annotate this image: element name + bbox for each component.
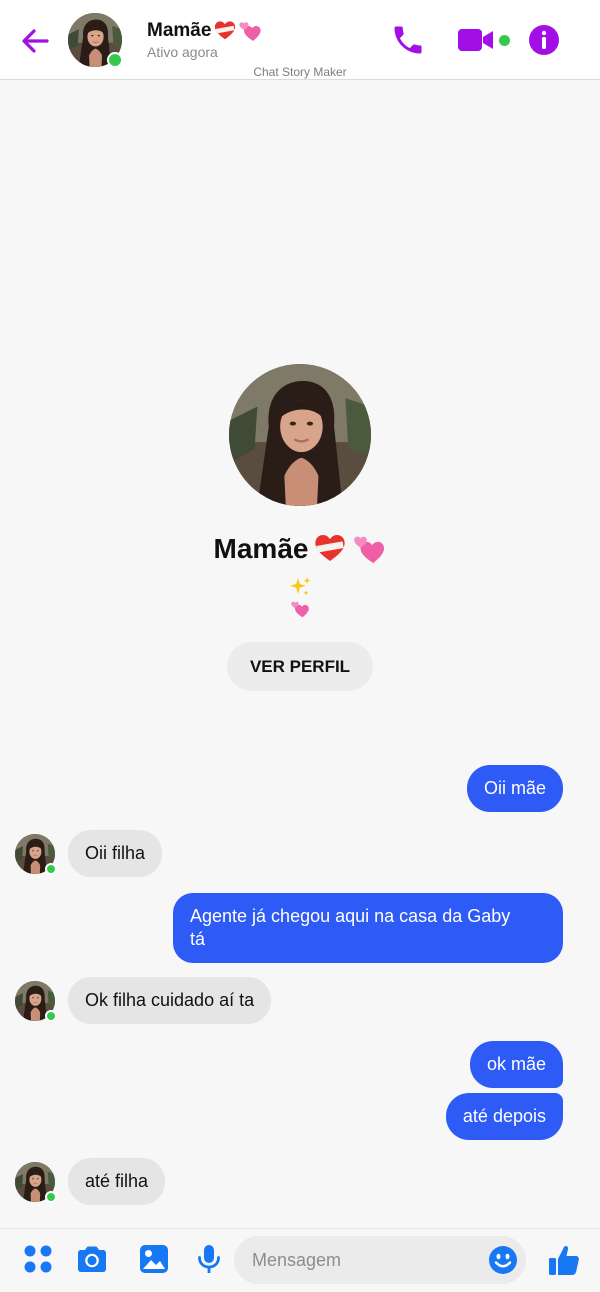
- message-avatar[interactable]: [15, 834, 57, 875]
- emoji-icon[interactable]: [488, 1245, 518, 1275]
- view-profile-button[interactable]: VER PERFIL: [227, 642, 373, 691]
- online-indicator: [45, 1191, 57, 1203]
- gallery-icon[interactable]: [137, 1242, 171, 1276]
- apps-menu-icon[interactable]: [21, 1242, 55, 1276]
- message-bubble-outgoing[interactable]: Oii mãe: [466, 765, 563, 812]
- microphone-icon[interactable]: [192, 1242, 226, 1276]
- back-arrow-icon[interactable]: [18, 24, 52, 58]
- contact-name-text: Mamãe: [147, 20, 212, 41]
- revolving-hearts-emoji: [239, 22, 262, 41]
- profile-name: Mamãe: [0, 532, 600, 566]
- message-bubble-incoming[interactable]: até filha: [68, 1158, 166, 1205]
- contact-name[interactable]: Mamãe: [147, 19, 262, 43]
- message-bubble-outgoing[interactable]: até depois: [445, 1093, 563, 1140]
- online-indicator: [45, 863, 57, 875]
- message-avatar[interactable]: [15, 1162, 57, 1203]
- contact-name-emojis: [214, 19, 262, 43]
- thumbs-up-icon[interactable]: [546, 1242, 582, 1278]
- revolving-hearts-emoji: [354, 536, 385, 564]
- message-avatar[interactable]: [15, 981, 57, 1022]
- message-bubble-incoming[interactable]: Oii filha: [68, 830, 163, 877]
- phone-icon[interactable]: [390, 22, 426, 58]
- mended-heart-emoji: [215, 21, 236, 40]
- profile-avatar: [229, 364, 371, 506]
- online-indicator: [45, 1010, 57, 1022]
- watermark: Chat Story Maker: [253, 65, 347, 79]
- profile-name-text: Mamãe: [213, 533, 309, 564]
- message-bubble-incoming[interactable]: Ok filha cuidado aí ta: [68, 977, 272, 1024]
- message-line: Agente já chegou aqui na casa da Gaby: [190, 906, 511, 926]
- chat-header: Mamãe Ativo agora Chat Story Maker: [0, 0, 600, 80]
- info-icon[interactable]: [527, 23, 561, 57]
- video-camera-icon[interactable]: [456, 24, 496, 56]
- mended-heart-emoji: [315, 535, 346, 561]
- revolving-hearts-emoji: [291, 601, 309, 618]
- profile-photo: [229, 364, 371, 506]
- message-input[interactable]: [234, 1236, 526, 1284]
- camera-icon[interactable]: [75, 1242, 109, 1276]
- message-bubble-outgoing[interactable]: ok mãe: [469, 1041, 563, 1088]
- message-line: tá: [190, 929, 206, 949]
- contact-avatar[interactable]: [68, 13, 123, 68]
- active-status: Ativo agora: [147, 44, 218, 60]
- sparkles-emoji: [290, 577, 311, 596]
- video-online-indicator: [499, 35, 510, 46]
- message-bubble-outgoing[interactable]: Agente já chegou aqui na casa da Gaby tá: [173, 893, 563, 963]
